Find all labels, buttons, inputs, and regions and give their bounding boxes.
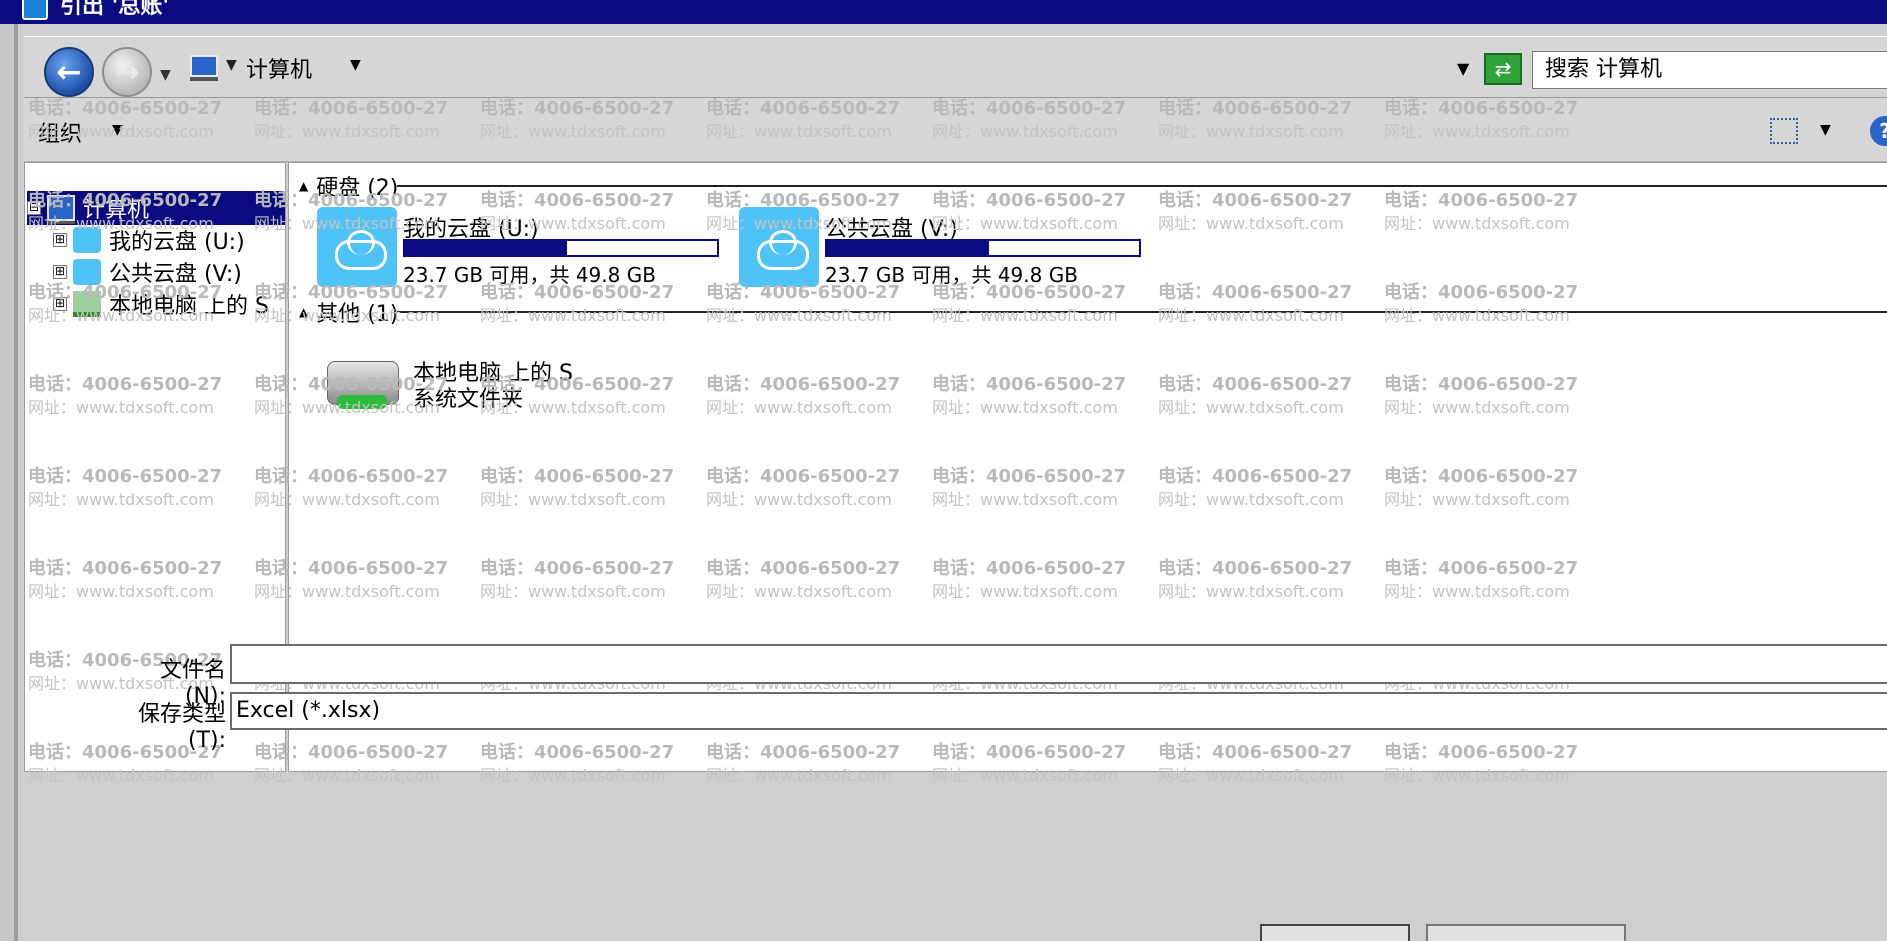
view-options-icon[interactable] <box>1770 118 1798 144</box>
tree-item-public-cloud[interactable]: ⊞ 公共云盘 (V:) <box>53 255 242 289</box>
drive-my-cloud[interactable]: 我的云盘 (U:) 23.7 GB 可用，共 49.8 GB <box>317 207 737 289</box>
address-box[interactable]: ▼ 计算机 ▼ ▼ <box>182 45 1472 91</box>
forward-arrow-icon[interactable]: → <box>102 47 152 97</box>
expand-icon[interactable]: ⊞ <box>53 297 67 311</box>
cloud-drive-icon <box>317 207 397 287</box>
filename-input[interactable] <box>230 644 1887 684</box>
drive-public-cloud[interactable]: 公共云盘 (V:) 23.7 GB 可用，共 49.8 GB <box>739 207 1159 289</box>
tree-item-label: 计算机 <box>83 198 150 223</box>
chevron-down-icon[interactable]: ▼ <box>1820 122 1831 138</box>
cloud-drive-icon <box>73 227 101 253</box>
item-subtitle: 系统文件夹 <box>413 387 524 412</box>
group-divider <box>397 311 1887 313</box>
window-title: 引出 '总账' <box>60 0 170 19</box>
collapse-icon[interactable]: ⊟ <box>27 201 41 215</box>
network-plug-icon <box>337 395 387 409</box>
group-header-hard-disks[interactable]: ▲ 硬盘 (2) <box>299 171 398 201</box>
chevron-down-icon[interactable]: ▼ <box>112 122 123 138</box>
drive-usage-bar <box>825 239 1141 257</box>
address-dropdown-icon[interactable]: ▼ <box>1457 59 1469 78</box>
computer-icon <box>190 55 218 77</box>
group-label: 其他 (1) <box>316 302 399 327</box>
chevron-down-icon[interactable]: ▼ <box>350 57 361 73</box>
group-header-other[interactable]: ▲ 其他 (1) <box>299 297 398 327</box>
address-location[interactable]: 计算机 <box>246 52 312 84</box>
computer-icon <box>47 195 75 221</box>
filetype-select[interactable]: Excel (*.xlsx) <box>230 692 1887 730</box>
expand-icon[interactable]: ⊞ <box>53 265 67 279</box>
group-divider <box>397 185 1887 187</box>
tree-item-my-cloud[interactable]: ⊞ 我的云盘 (U:) <box>53 223 245 257</box>
tree-item-label: 我的云盘 (U:) <box>109 230 245 255</box>
tree-item-computer[interactable]: ⊟ 计算机 <box>27 191 285 225</box>
tree-item-label: 公共云盘 (V:) <box>109 262 242 287</box>
help-icon[interactable]: ? <box>1870 116 1887 146</box>
filetype-label: 保存类型(T): <box>137 702 226 753</box>
back-arrow-icon[interactable]: ← <box>44 47 94 97</box>
chevron-down-icon[interactable]: ▼ <box>226 57 237 73</box>
drive-space-text: 23.7 GB 可用，共 49.8 GB <box>825 263 1078 287</box>
title-bar: 引出 '总账' <box>0 0 1887 24</box>
system-folder-item[interactable]: 本地电脑 上的 S 系统文件夹 <box>327 355 627 415</box>
command-bar: 组织 ▼ ▼ ? <box>24 98 1887 162</box>
organize-button[interactable]: 组织 <box>38 116 82 148</box>
cloud-drive-icon <box>739 207 819 287</box>
tree-item-local-s[interactable]: ⊞ 本地电脑 上的 S <box>53 287 269 321</box>
network-drive-icon <box>73 291 101 317</box>
cloud-drive-icon <box>73 259 101 285</box>
save-dialog: ← → ▼ ▼ 计算机 ▼ ▼ ⇄ 搜索 计算机 组织 ▼ ▼ ? ⊟ 计算机 … <box>14 24 1887 941</box>
history-dropdown-icon[interactable]: ▼ <box>160 67 171 83</box>
collapse-caret-icon[interactable]: ▲ <box>299 305 308 319</box>
cancel-button[interactable] <box>1426 924 1626 941</box>
drive-space-text: 23.7 GB 可用，共 49.8 GB <box>403 263 656 287</box>
collapse-caret-icon[interactable]: ▲ <box>299 179 308 193</box>
app-icon <box>22 0 48 20</box>
refresh-icon[interactable]: ⇄ <box>1484 53 1522 85</box>
tree-item-label: 本地电脑 上的 S <box>109 294 269 319</box>
drive-usage-bar <box>403 239 719 257</box>
address-bar: ← → ▼ ▼ 计算机 ▼ ▼ ⇄ 搜索 计算机 <box>24 36 1887 98</box>
expand-icon[interactable]: ⊞ <box>53 233 67 247</box>
group-label: 硬盘 (2) <box>316 176 399 201</box>
save-button[interactable] <box>1260 924 1410 941</box>
search-input[interactable]: 搜索 计算机 <box>1532 51 1887 89</box>
